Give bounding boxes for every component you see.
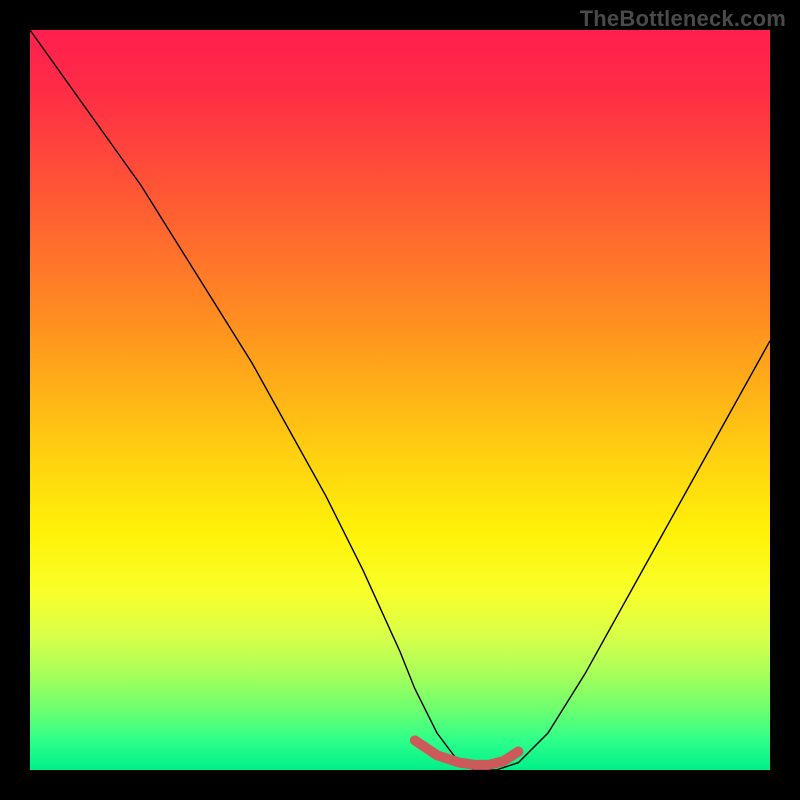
- optimal-band-path: [415, 740, 519, 764]
- chart-frame: TheBottleneck.com: [0, 0, 800, 800]
- chart-svg: [30, 30, 770, 770]
- plot-area: [30, 30, 770, 770]
- bottleneck-curve-path: [30, 30, 770, 770]
- watermark-text: TheBottleneck.com: [580, 6, 786, 32]
